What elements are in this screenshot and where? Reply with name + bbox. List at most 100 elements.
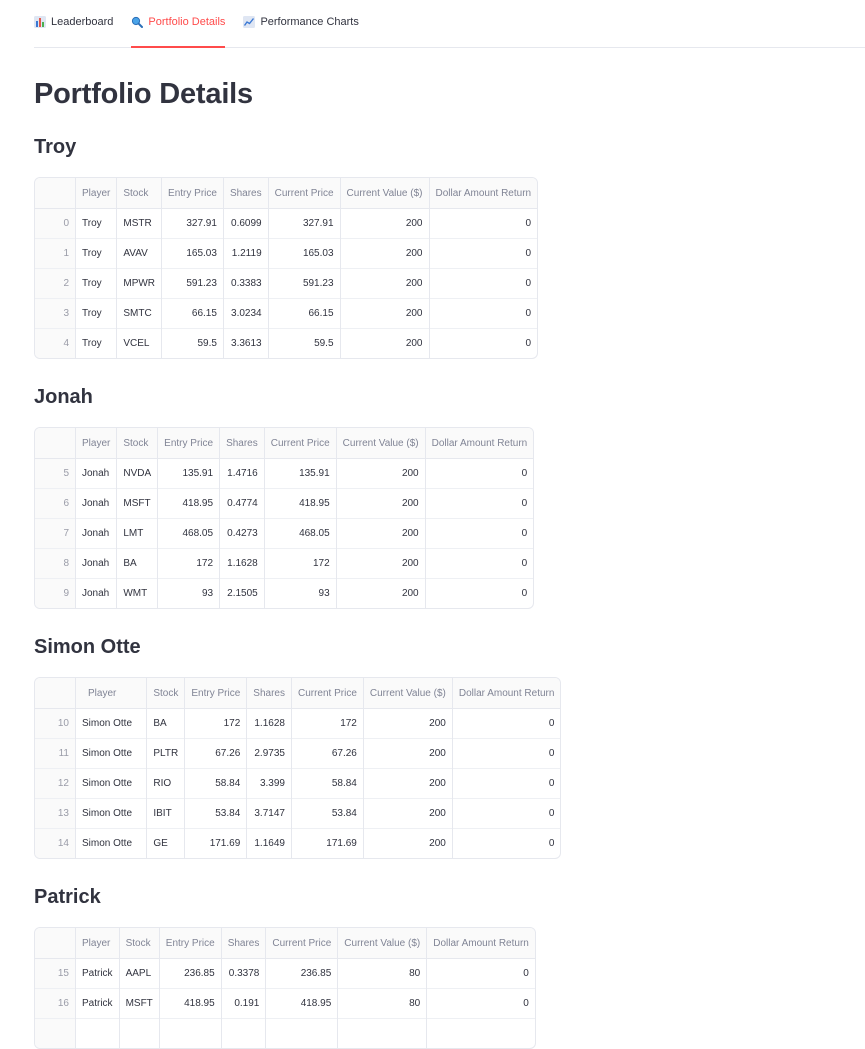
cell-stock: GE <box>146 828 186 858</box>
cell-current-price: 468.05 <box>264 518 337 549</box>
tab-performance-charts[interactable]: Performance Charts <box>243 0 359 48</box>
cell-shares: 0.4774 <box>219 488 265 519</box>
cell-entry-price: 172 <box>184 708 248 739</box>
cell-entry-price: 236.85 <box>159 958 222 989</box>
cell-current-value: 200 <box>336 458 426 489</box>
table-row[interactable]: 2 Troy MPWR 591.23 0.3383 591.23 200 0 <box>35 268 538 299</box>
cell-stock: SMTC <box>116 298 163 329</box>
table-row[interactable]: 5 Jonah NVDA 135.91 1.4716 135.91 200 0 <box>35 458 533 489</box>
row-index: 11 <box>35 738 76 769</box>
cell-shares <box>221 1018 267 1048</box>
column-header[interactable]: Stock <box>116 178 163 209</box>
table-row[interactable]: 3 Troy SMTC 66.15 3.0234 66.15 200 0 <box>35 298 538 329</box>
column-header[interactable]: Dollar Amount Return <box>452 678 561 709</box>
cell-current-value: 200 <box>336 578 426 608</box>
column-header[interactable]: Stock <box>116 428 159 459</box>
column-header[interactable]: Entry Price <box>159 928 222 959</box>
cell-player: Simon Otte <box>75 798 148 829</box>
cell-stock: WMT <box>116 578 159 608</box>
column-header[interactable]: Dollar Amount Return <box>425 428 534 459</box>
portfolio-table-simon-otte[interactable]: Player Stock Entry Price Shares Current … <box>34 677 562 859</box>
table-row[interactable]: 7 Jonah LMT 468.05 0.4273 468.05 200 0 <box>35 518 534 549</box>
table-row[interactable]: 11 Simon Otte PLTR 67.26 2.9735 67.26 200 0 <box>35 738 561 769</box>
cell-current-price: 591.23 <box>268 268 341 299</box>
cell-current-price: 171.69 <box>291 828 364 858</box>
cell-player: Patrick <box>75 988 120 1019</box>
cell-current-value: 200 <box>340 268 430 299</box>
cell-current-price: 418.95 <box>264 488 337 519</box>
cell-stock: BA <box>146 708 186 739</box>
table-row[interactable]: 4 Troy VCEL 59.5 3.3613 59.5 200 0 <box>35 328 538 358</box>
column-header[interactable]: Current Value ($) <box>337 928 428 959</box>
portfolio-table-patrick[interactable]: Player Stock Entry Price Shares Current … <box>34 927 536 1049</box>
column-header[interactable]: Entry Price <box>161 178 224 209</box>
row-index: 5 <box>35 458 76 489</box>
column-header[interactable]: Player <box>75 178 118 209</box>
table-row[interactable]: 14 Simon Otte GE 171.69 1.1649 171.69 200 0 <box>35 828 561 858</box>
table-row[interactable]: 0 Troy MSTR 327.91 0.6099 327.91 200 0 <box>35 208 537 239</box>
cell-current-value <box>337 1018 428 1048</box>
cell-stock: PLTR <box>146 738 186 769</box>
column-header[interactable]: Shares <box>223 178 269 209</box>
tab-label: Performance Charts <box>260 16 359 28</box>
table-row[interactable]: 12 Simon Otte RIO 58.84 3.399 58.84 200 0 <box>35 768 561 799</box>
tab-leaderboard[interactable]: Leaderboard <box>34 0 113 48</box>
cell-entry-price: 59.5 <box>161 328 224 358</box>
portfolio-table-jonah[interactable]: Player Stock Entry Price Shares Current … <box>34 427 535 609</box>
row-index: 8 <box>35 548 76 579</box>
table-row[interactable]: 16 Patrick MSFT 418.95 0.191 418.95 80 0 <box>35 988 535 1019</box>
column-header[interactable]: Entry Price <box>184 678 248 709</box>
table-row[interactable]: 13 Simon Otte IBIT 53.84 3.7147 53.84 200 0 <box>35 798 561 829</box>
column-header[interactable]: Stock <box>119 928 160 959</box>
column-header[interactable]: Player <box>75 928 120 959</box>
cell-current-price: 135.91 <box>264 458 337 489</box>
cell-current-value: 200 <box>336 548 426 579</box>
row-index: 0 <box>35 208 76 239</box>
column-header[interactable]: Stock <box>146 678 186 709</box>
cell-dollar-return: 0 <box>452 828 561 858</box>
column-header[interactable]: Current Value ($) <box>363 678 453 709</box>
section-title-patrick: Patrick <box>34 886 101 908</box>
cell-current-price: 66.15 <box>268 298 341 329</box>
cell-current-value: 200 <box>340 208 430 239</box>
cell-player: Simon Otte <box>75 738 148 769</box>
table-row[interactable]: 6 Jonah MSFT 418.95 0.4774 418.95 200 0 <box>35 488 534 519</box>
table-row[interactable]: 15 Patrick AAPL 236.85 0.3378 236.85 80 0 <box>35 958 535 989</box>
cell-stock: MSFT <box>119 988 160 1019</box>
cell-shares: 0.191 <box>221 988 267 1019</box>
column-header[interactable]: Player <box>75 678 148 709</box>
column-header[interactable]: Player <box>75 428 118 459</box>
cell-current-value: 200 <box>340 238 430 269</box>
portfolio-table-troy[interactable]: Player Stock Entry Price Shares Current … <box>34 177 539 359</box>
column-header[interactable]: Current Price <box>265 928 339 959</box>
cell-entry-price: 172 <box>157 548 221 579</box>
table-row[interactable] <box>35 1018 535 1048</box>
cell-player: Troy <box>75 268 118 299</box>
cell-stock: AVAV <box>116 238 163 269</box>
cell-dollar-return: 0 <box>452 768 561 799</box>
cell-dollar-return: 0 <box>452 738 561 769</box>
column-header[interactable]: Shares <box>219 428 265 459</box>
table-row[interactable]: 1 Troy AVAV 165.03 1.2119 165.03 200 0 <box>35 238 538 269</box>
column-header[interactable]: Entry Price <box>157 428 221 459</box>
column-header[interactable]: Current Value ($) <box>340 178 430 209</box>
section-title-jonah: Jonah <box>34 386 93 408</box>
column-header[interactable]: Current Price <box>264 428 337 459</box>
table-row[interactable]: 8 Jonah BA 172 1.1628 172 200 0 <box>35 548 534 579</box>
column-header[interactable]: Shares <box>221 928 267 959</box>
column-header[interactable]: Dollar Amount Return <box>426 928 535 959</box>
column-header[interactable]: Shares <box>246 678 292 709</box>
cell-shares: 1.4716 <box>219 458 265 489</box>
cell-entry-price: 58.84 <box>184 768 248 799</box>
cell-stock: RIO <box>146 768 186 799</box>
cell-current-value: 200 <box>340 328 430 358</box>
column-header[interactable]: Current Value ($) <box>336 428 426 459</box>
cell-current-price: 327.91 <box>268 208 341 239</box>
column-header[interactable]: Dollar Amount Return <box>429 178 538 209</box>
column-header[interactable]: Current Price <box>291 678 364 709</box>
tab-portfolio-details[interactable]: Portfolio Details <box>131 0 226 48</box>
table-row[interactable]: 9 Jonah WMT 93 2.1505 93 200 0 <box>35 578 534 608</box>
column-header[interactable]: Current Price <box>268 178 341 209</box>
cell-current-value: 200 <box>363 798 453 829</box>
table-row[interactable]: 10 Simon Otte BA 172 1.1628 172 200 0 <box>35 708 560 739</box>
